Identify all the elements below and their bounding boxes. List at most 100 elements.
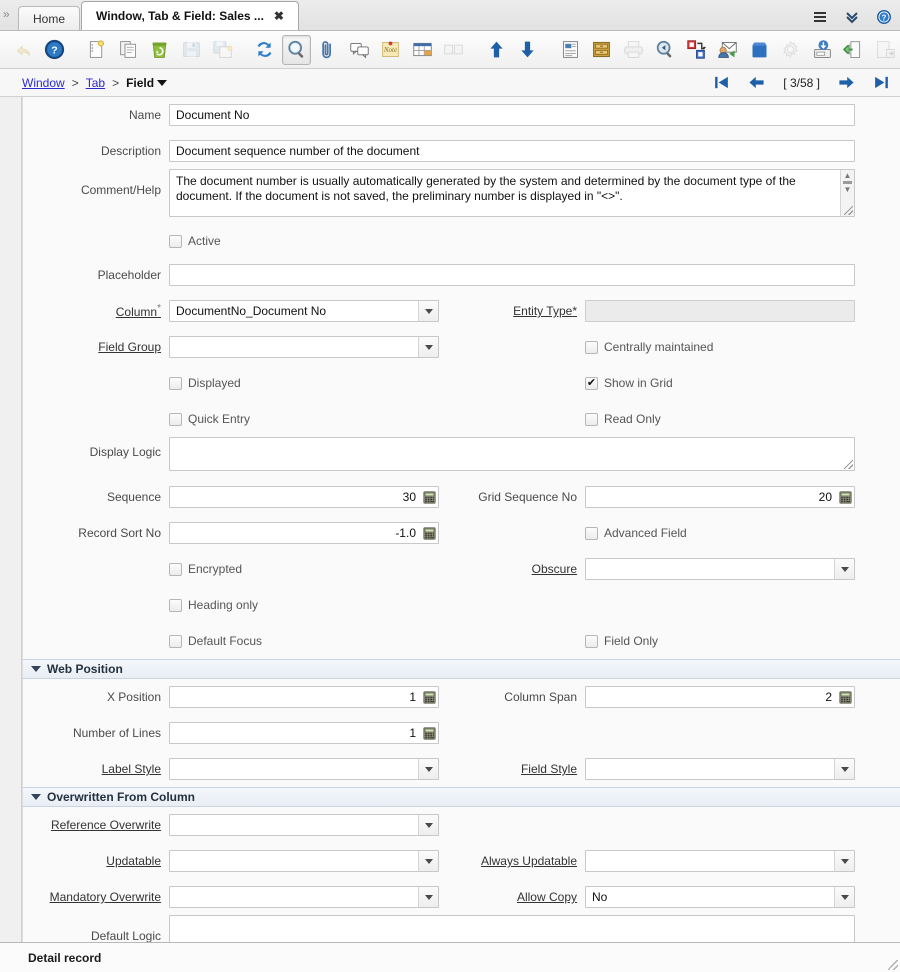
process-button[interactable] (776, 35, 806, 65)
calculator-icon[interactable] (420, 487, 438, 507)
always-updatable-label[interactable]: Always Updatable (439, 854, 585, 868)
last-record-icon[interactable] (873, 74, 890, 91)
note-button[interactable]: Note (376, 35, 406, 65)
delete-record-button[interactable] (145, 35, 175, 65)
section-overwritten-from-column[interactable]: Overwritten From Column (23, 787, 900, 807)
show-in-grid-checkbox[interactable]: Show in Grid (439, 376, 673, 390)
chevron-down-icon[interactable] (834, 851, 854, 871)
default-focus-checkbox-box[interactable] (169, 634, 182, 648)
advanced-field-checkbox-box[interactable] (585, 526, 598, 540)
calculator-icon[interactable] (420, 687, 438, 707)
default-logic-textarea[interactable] (169, 915, 855, 942)
menu-icon[interactable] (812, 9, 828, 25)
field-only-checkbox-box[interactable] (585, 634, 598, 648)
updatable-label[interactable]: Updatable (23, 854, 169, 868)
default-focus-checkbox[interactable]: Default Focus (23, 634, 262, 648)
chevron-down-icon[interactable] (418, 337, 438, 357)
column-span-input[interactable]: 2 (585, 686, 855, 708)
zoom-across-button[interactable] (681, 35, 711, 65)
obscure-combo[interactable] (585, 558, 855, 580)
parent-record-button[interactable] (482, 35, 512, 65)
reference-overwrite-label[interactable]: Reference Overwrite (23, 818, 169, 832)
field-style-combo[interactable] (585, 758, 855, 780)
encrypted-checkbox[interactable]: Encrypted (23, 562, 242, 576)
advanced-field-checkbox[interactable]: Advanced Field (439, 526, 687, 540)
active-checkbox[interactable]: Active (23, 234, 221, 248)
entity-type-label[interactable]: Entity Type* (439, 304, 585, 318)
chevron-down-icon[interactable] (834, 887, 854, 907)
mandatory-overwrite-combo[interactable] (169, 886, 439, 908)
multi-view-button[interactable] (439, 35, 469, 65)
show-in-grid-checkbox-box[interactable] (585, 376, 598, 390)
resize-grip-icon[interactable] (844, 460, 853, 469)
chevron-down-icon[interactable] (418, 887, 438, 907)
displayed-checkbox[interactable]: Displayed (23, 376, 241, 390)
sequence-input[interactable]: 30 (169, 486, 439, 508)
calculator-icon[interactable] (420, 523, 438, 543)
read-only-checkbox[interactable]: Read Only (439, 412, 661, 426)
tab-home[interactable]: Home (18, 6, 81, 30)
product-info-button[interactable] (744, 35, 774, 65)
help-icon[interactable]: ? (876, 9, 892, 25)
close-icon[interactable]: ✖ (274, 9, 284, 23)
chevron-down-icon[interactable] (418, 301, 438, 321)
new-record-button[interactable] (82, 35, 112, 65)
attachment-button[interactable] (313, 35, 343, 65)
heading-only-checkbox-box[interactable] (169, 598, 182, 612)
find-button[interactable] (281, 34, 312, 65)
allow-copy-combo[interactable]: No (585, 886, 855, 908)
export-button[interactable] (807, 35, 837, 65)
scroll-down-icon[interactable]: ▼ (844, 186, 852, 194)
calculator-icon[interactable] (420, 723, 438, 743)
save-create-button[interactable] (208, 35, 238, 65)
report-button[interactable] (555, 35, 585, 65)
import-button[interactable] (839, 35, 869, 65)
chevron-double-down-icon[interactable] (844, 9, 860, 25)
form-scroll-area[interactable]: Name Document No Description Document se… (0, 97, 900, 942)
updatable-combo[interactable] (169, 850, 439, 872)
column-label[interactable]: Column* (23, 303, 169, 319)
name-input[interactable]: Document No (169, 104, 855, 126)
calculator-icon[interactable] (836, 487, 854, 507)
exit-button[interactable] (870, 35, 900, 65)
label-style-label[interactable]: Label Style (23, 762, 169, 776)
comment-help-textarea[interactable]: The document number is usually automatic… (169, 169, 855, 217)
field-group-combo[interactable] (169, 336, 439, 358)
scroll-up-icon[interactable]: ▲ (844, 172, 852, 180)
chat-button[interactable] (345, 35, 375, 65)
scroll-thumb[interactable] (843, 181, 852, 184)
quick-entry-checkbox-box[interactable] (169, 412, 182, 426)
encrypted-checkbox-box[interactable] (169, 562, 182, 576)
refresh-button[interactable] (250, 35, 280, 65)
section-web-position[interactable]: Web Position (23, 659, 900, 679)
grid-toggle-button[interactable] (408, 35, 438, 65)
mandatory-overwrite-label[interactable]: Mandatory Overwrite (23, 890, 169, 904)
field-style-label[interactable]: Field Style (439, 762, 585, 776)
print-preview-button[interactable] (650, 35, 680, 65)
allow-copy-label[interactable]: Allow Copy (439, 890, 585, 904)
centrally-maintained-checkbox[interactable]: Centrally maintained (439, 340, 713, 354)
heading-only-checkbox[interactable]: Heading only (23, 598, 258, 612)
undo-button[interactable] (8, 35, 38, 65)
field-only-checkbox[interactable]: Field Only (439, 634, 658, 648)
field-group-label[interactable]: Field Group (23, 340, 169, 354)
read-only-checkbox-box[interactable] (585, 412, 598, 426)
reference-overwrite-combo[interactable] (169, 814, 439, 836)
description-input[interactable]: Document sequence number of the document (169, 140, 855, 162)
chevron-down-icon[interactable] (834, 759, 854, 779)
placeholder-input[interactable] (169, 264, 855, 286)
chevron-double-right-icon[interactable]: » (3, 8, 10, 20)
x-position-input[interactable]: 1 (169, 686, 439, 708)
quick-entry-checkbox[interactable]: Quick Entry (23, 412, 250, 426)
chevron-down-icon[interactable] (834, 559, 854, 579)
tab-window-tab-field[interactable]: Window, Tab & Field: Sales ... ✖ (81, 1, 299, 30)
chevron-down-icon[interactable] (418, 759, 438, 779)
resize-grip-icon[interactable] (844, 206, 853, 215)
chevron-down-icon[interactable] (418, 851, 438, 871)
label-style-combo[interactable] (169, 758, 439, 780)
active-checkbox-box[interactable] (169, 234, 182, 248)
record-sort-no-input[interactable]: -1.0 (169, 522, 439, 544)
archive-button[interactable] (587, 35, 617, 65)
help-button[interactable]: ? (40, 35, 70, 65)
breadcrumb-item-tab[interactable]: Tab (86, 76, 105, 90)
